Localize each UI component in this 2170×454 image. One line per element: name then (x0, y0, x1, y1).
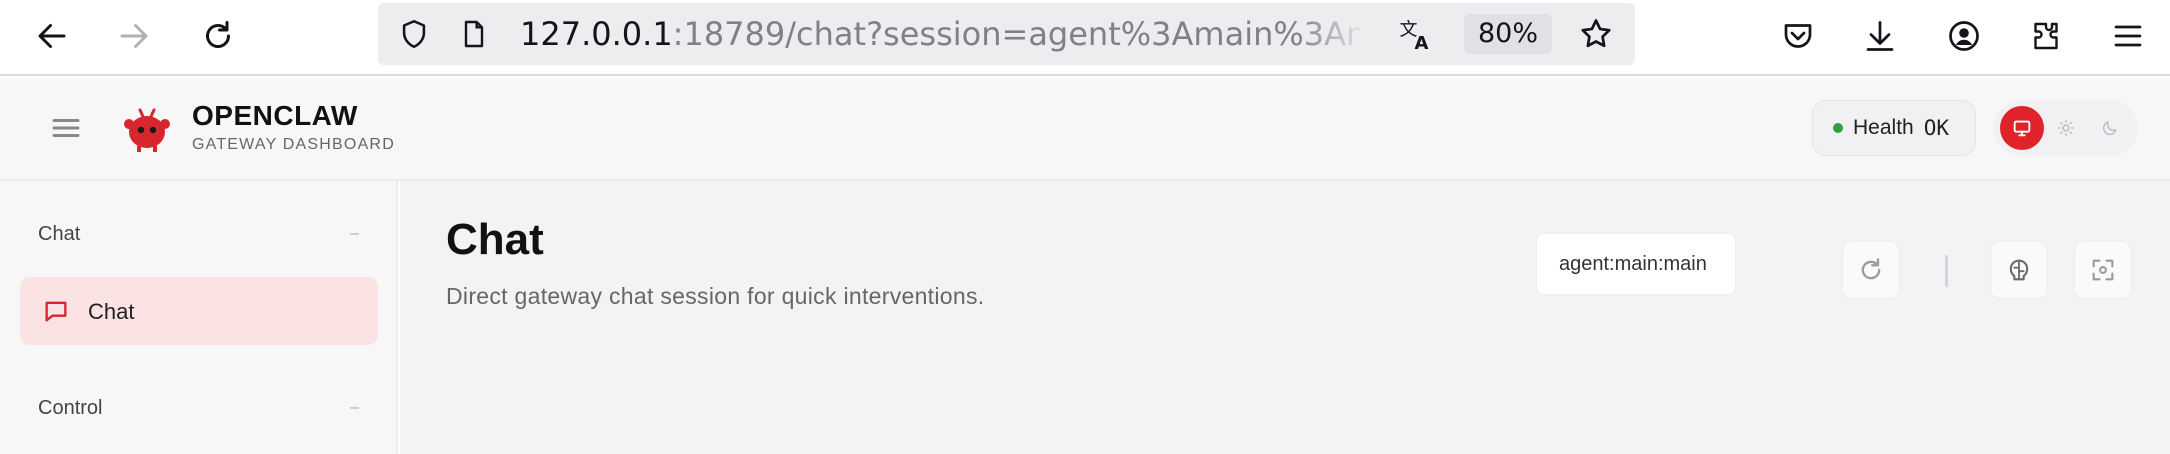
shield-icon[interactable] (396, 16, 432, 52)
url-host: 127.0.0.1 (520, 15, 673, 53)
bookmark-star-icon[interactable] (1578, 16, 1614, 52)
app-header: OPENCLAW GATEWAY DASHBOARD Health OK (0, 78, 2170, 181)
theme-light-button[interactable] (2044, 106, 2088, 150)
url-path: :18789/chat?session=agent%3Amain%3Amain (672, 15, 1360, 53)
sidebar-toggle-button[interactable] (48, 110, 84, 146)
zoom-level-badge[interactable]: 80% (1464, 14, 1553, 54)
brand-subtitle: GATEWAY DASHBOARD (192, 136, 395, 153)
account-icon (1949, 21, 1979, 51)
collapse-icon[interactable]: – (350, 225, 359, 243)
refresh-button[interactable] (1842, 241, 1900, 299)
brand-name: OPENCLAW (192, 100, 358, 131)
pocket-button[interactable] (1772, 10, 1824, 62)
url-bar[interactable]: 127.0.0.1:18789/chat?session=agent%3Amai… (378, 3, 1635, 65)
browser-toolbar: 127.0.0.1:18789/chat?session=agent%3Amai… (0, 0, 2170, 76)
sidebar: Chat – Chat Control – (0, 181, 398, 454)
health-label: Health (1853, 116, 1914, 139)
focus-mode-button[interactable] (2074, 241, 2132, 299)
arrow-left-icon (38, 24, 66, 48)
hamburger-icon (52, 119, 80, 137)
menu-icon (2114, 25, 2142, 47)
url-fade (1298, 11, 1368, 57)
back-button[interactable] (26, 10, 78, 62)
url-text[interactable]: 127.0.0.1:18789/chat?session=agent%3Amai… (520, 15, 1360, 53)
page-subtitle: Direct gateway chat session for quick in… (446, 283, 985, 309)
puzzle-icon (2034, 22, 2058, 50)
page-icon[interactable] (456, 16, 492, 52)
translate-icon[interactable]: 文A (1398, 16, 1434, 53)
toolbar-divider (1945, 255, 1948, 287)
download-icon (1866, 21, 1894, 51)
reload-button[interactable] (192, 10, 244, 62)
theme-switcher (1994, 100, 2138, 156)
page-title: Chat (446, 215, 544, 264)
account-button[interactable] (1938, 10, 1990, 62)
session-select[interactable]: agent:main:main (1536, 233, 1736, 295)
main-content: Chat Direct gateway chat session for qui… (400, 181, 2170, 454)
sidebar-item-chat[interactable]: Chat (20, 277, 378, 345)
reload-icon (206, 21, 230, 48)
sidebar-item-label: Chat (88, 299, 135, 324)
sun-icon (2057, 119, 2075, 137)
downloads-button[interactable] (1854, 10, 1906, 62)
menu-button[interactable] (2102, 10, 2154, 62)
arrow-right-icon (120, 24, 148, 48)
thinking-toggle-button[interactable] (1990, 241, 2048, 299)
svg-text:A: A (1415, 33, 1429, 52)
theme-system-button[interactable] (2000, 106, 2044, 150)
focus-icon (2092, 259, 2114, 281)
openclaw-logo (120, 102, 174, 156)
health-status-dot (1833, 123, 1843, 133)
sidebar-section-control[interactable]: Control (38, 397, 102, 420)
health-value: OK (1923, 116, 1949, 140)
collapse-icon[interactable]: – (350, 399, 359, 417)
sidebar-section-chat[interactable]: Chat (38, 223, 80, 246)
moon-icon (2103, 121, 2117, 135)
monitor-icon (2013, 120, 2031, 137)
brain-icon (2009, 259, 2029, 281)
theme-dark-button[interactable] (2088, 106, 2132, 150)
health-status-badge[interactable]: Health OK (1812, 100, 1976, 156)
chat-bubble-icon (45, 301, 67, 322)
forward-button[interactable] (108, 10, 160, 62)
extensions-button[interactable] (2020, 10, 2072, 62)
refresh-icon (1861, 258, 1881, 280)
pocket-icon (1784, 24, 1812, 48)
